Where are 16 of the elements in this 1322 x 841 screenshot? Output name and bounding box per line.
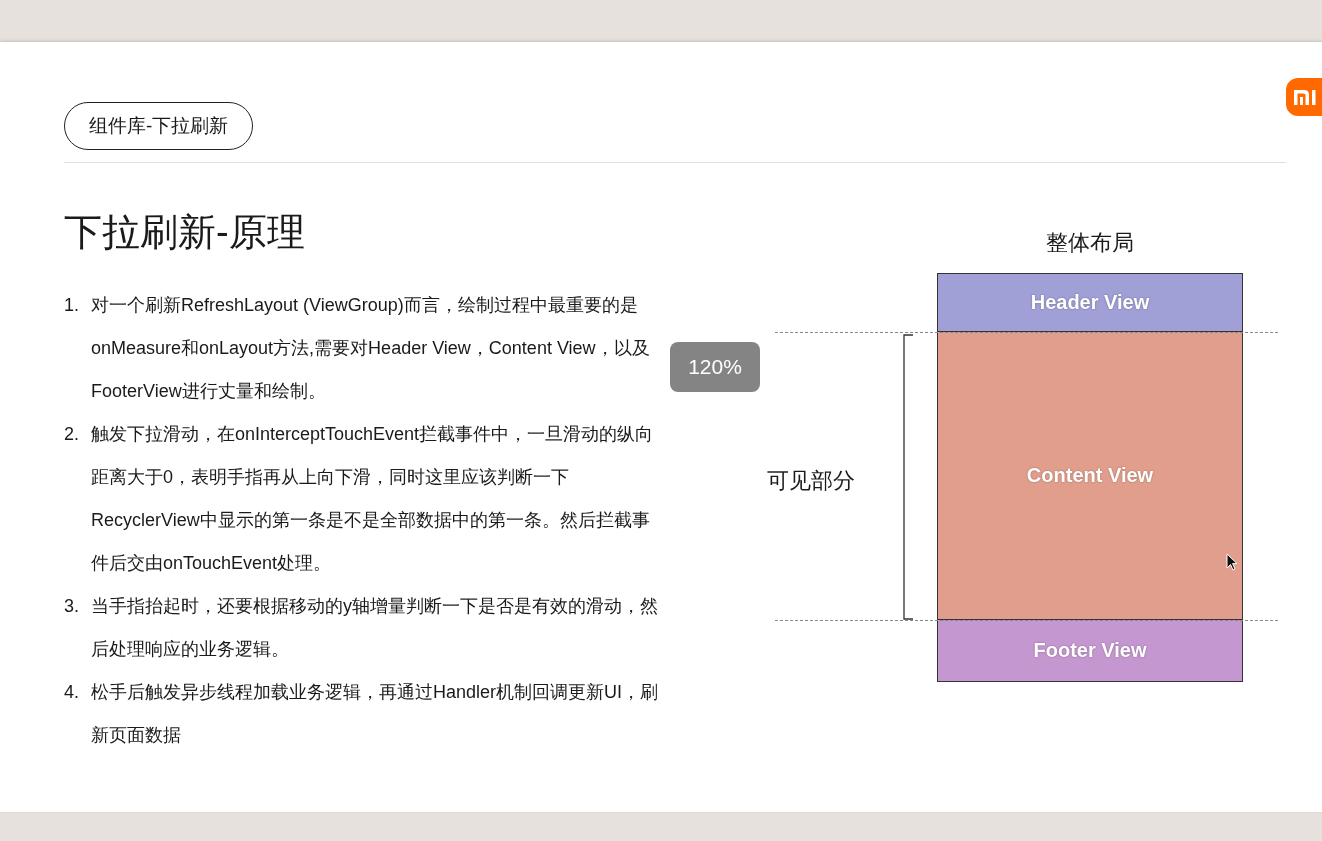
list-number: 2. <box>64 423 80 446</box>
list-number: 4. <box>64 681 80 704</box>
list-number: 1. <box>64 294 80 317</box>
list-text: 当手指抬起时，还要根据移动的y轴增量判断一下是否是有效的滑动，然后处理响应的业务逻辑。 <box>91 595 659 661</box>
side-label: 可见部分 <box>767 467 855 495</box>
slide-heading: 下拉刷新-原理 <box>64 210 306 255</box>
list-number: 3. <box>64 595 80 618</box>
list-text: 对一个刷新RefreshLayout (ViewGroup)而言，绘制过程中最重要的是onMeasure和onLayout方法,需要对Header View，Content View，以及FooterView进行丈量和绘制。 <box>91 294 651 403</box>
zoom-indicator: 120% <box>670 342 760 392</box>
view-block: Content View <box>937 332 1243 620</box>
view-block: Header View <box>937 273 1243 332</box>
list-text: 触发下拉滑动，在onInterceptTouchEvent拦截事件中，一旦滑动的纵向距离大于0，表明手指再从上向下滑，同时这里应该判断一下RecyclerView中显示的第一条是不是全部数据中的第一条。然后拦截事件后交由onTouchEvent处理。 <box>91 423 655 575</box>
list-text: 松手后触发异步线程加载业务逻辑，再通过Handler机制回调更新UI，刷新页面数据 <box>91 681 660 747</box>
view-block: Footer View <box>937 620 1243 682</box>
diagram-title: 整体布局 <box>1045 229 1135 257</box>
cursor-icon <box>1226 553 1238 571</box>
